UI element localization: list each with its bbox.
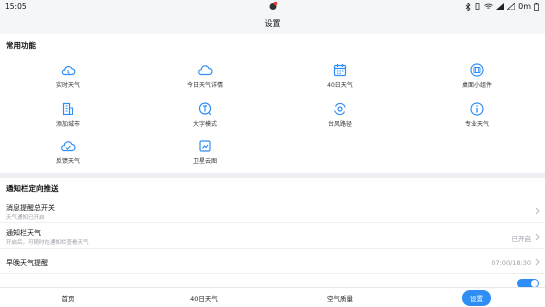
status-data-rate: 0m xyxy=(518,2,531,11)
row-value: 已开启 xyxy=(511,235,532,243)
tile-label: 40日天气 xyxy=(327,82,353,89)
morning-evening-reminder-row[interactable]: 早晚天气提醒 07:00/18:30 xyxy=(0,250,545,274)
tile-label: 专业天气 xyxy=(464,121,489,128)
tile-large-text-mode[interactable]: 大字模式 xyxy=(165,101,245,131)
wifi-icon xyxy=(484,3,493,9)
tab-home[interactable]: 首页 xyxy=(0,288,136,307)
tab-air-quality[interactable]: 空气质量 xyxy=(272,288,408,307)
message-master-switch-row[interactable]: 消息提醒总开关 天气通知已开启 xyxy=(0,199,545,223)
tile-40day-weather[interactable]: 40日天气 xyxy=(300,62,380,92)
large-text-icon xyxy=(198,102,212,116)
status-bar: 15:05 0m xyxy=(0,0,545,13)
tile-typhoon-path[interactable]: 台风路径 xyxy=(300,101,380,131)
tile-satellite-cloud[interactable]: 卫星云图 xyxy=(165,138,245,168)
building-icon xyxy=(62,102,74,116)
page-title: 设置 xyxy=(264,19,281,28)
row-title: 早晚天气提醒 xyxy=(6,259,48,267)
title-bar: 设置 xyxy=(0,13,545,34)
common-functions-panel: 常用功能 实时天气 今日天气详情 40日天气 桌面小组件 添加城市 大字模式 台… xyxy=(0,34,545,173)
notification-bar-weather-row[interactable]: 通知栏天气 开启后，可随时在通知栏查看天气 已开启 xyxy=(0,224,545,249)
tile-label: 台风路径 xyxy=(327,121,352,128)
tab-settings[interactable]: 设置 xyxy=(408,288,545,307)
tile-label: 反馈天气 xyxy=(55,158,80,165)
cloud-icon xyxy=(61,65,76,76)
chevron-right-icon xyxy=(535,258,540,266)
tile-label: 添加城市 xyxy=(55,121,80,128)
signal-icon xyxy=(496,3,505,10)
row-subtitle: 天气通知已开启 xyxy=(6,215,45,221)
tile-add-city[interactable]: 添加城市 xyxy=(28,101,108,131)
vibrate-icon xyxy=(475,3,480,10)
info-icon xyxy=(470,102,484,116)
tile-label: 今日天气详情 xyxy=(186,82,223,89)
feedback-cloud-icon xyxy=(61,141,76,152)
widget-icon xyxy=(470,63,484,77)
common-functions-title: 常用功能 xyxy=(6,41,36,50)
chevron-right-icon xyxy=(535,233,540,241)
tile-realtime-weather[interactable]: 实时天气 xyxy=(28,62,108,92)
tab-40day[interactable]: 40日天气 xyxy=(136,288,272,307)
row-title: 通知栏天气 xyxy=(6,229,41,237)
satellite-icon xyxy=(199,140,211,152)
tile-desktop-widget[interactable]: 桌面小组件 xyxy=(437,62,517,92)
notification-app-icon xyxy=(269,1,278,10)
tile-label: 桌面小组件 xyxy=(461,82,492,89)
chevron-right-icon xyxy=(535,207,540,215)
bluetooth-icon xyxy=(465,2,471,11)
calendar-icon xyxy=(333,64,347,77)
bottom-tab-bar: 首页 40日天气 空气质量 设置 xyxy=(0,287,545,307)
notification-section-title: 通知栏定向推送 xyxy=(6,184,59,193)
battery-icon xyxy=(534,2,539,11)
status-time: 15:05 xyxy=(5,2,27,11)
tile-label: 实时天气 xyxy=(55,82,80,89)
tile-professional-weather[interactable]: 专业天气 xyxy=(437,101,517,131)
signal-2-icon xyxy=(507,3,516,10)
typhoon-icon xyxy=(334,102,346,116)
row-title: 消息提醒总开关 xyxy=(6,204,55,212)
cloud-sun-icon xyxy=(198,65,213,76)
tile-label: 大字模式 xyxy=(192,121,217,128)
tile-feedback-weather[interactable]: 反馈天气 xyxy=(28,138,108,168)
row-value: 07:00/18:30 xyxy=(491,259,531,267)
tile-today-detail[interactable]: 今日天气详情 xyxy=(165,62,245,92)
tile-label: 卫星云图 xyxy=(192,158,217,165)
row-subtitle: 开启后，可随时在通知栏查看天气 xyxy=(6,240,89,246)
status-icons: 0m xyxy=(465,0,539,13)
